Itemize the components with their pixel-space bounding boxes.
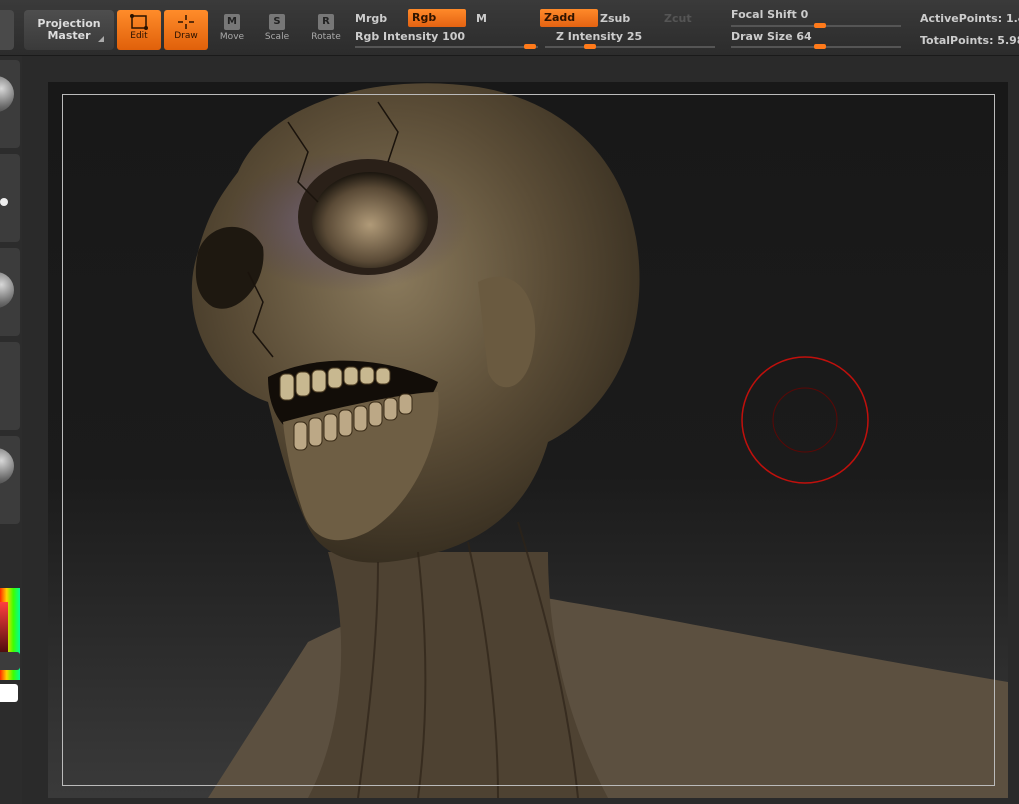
active-points-readout: ActivePoints: 1.4 <box>920 12 1019 25</box>
draw-icon <box>178 15 194 29</box>
scale-button[interactable]: S Scale <box>257 14 297 48</box>
brush-thumbnail-icon <box>0 76 14 112</box>
rgb-intensity-value: 100 <box>442 30 466 43</box>
edit-icon <box>130 14 148 30</box>
rgb-intensity-slider[interactable] <box>355 46 538 48</box>
z-intensity-label: Z Intensity 25 <box>556 30 642 43</box>
toolbar-stub[interactable] <box>0 10 14 50</box>
brush-slot[interactable] <box>0 60 20 148</box>
m-toggle[interactable]: M <box>476 12 487 25</box>
rgb-toggle[interactable]: Rgb <box>408 9 466 27</box>
dropdown-corner-icon <box>98 36 104 42</box>
move-icon: M <box>224 14 240 30</box>
stroke-slot[interactable] <box>0 154 20 242</box>
mrgb-toggle[interactable]: Mrgb <box>355 12 387 25</box>
scale-label: Scale <box>264 32 290 42</box>
document-canvas[interactable] <box>48 82 1008 798</box>
alpha-slot[interactable] <box>0 248 20 336</box>
zsub-toggle[interactable]: Zsub <box>600 12 630 25</box>
z-intensity-slider[interactable] <box>545 46 715 48</box>
draw-size-text: Draw Size <box>731 30 793 43</box>
move-label: Move <box>219 32 245 42</box>
sculpt-model-render <box>191 83 1008 798</box>
move-button[interactable]: M Move <box>212 14 252 48</box>
main-color-swatch[interactable] <box>0 684 18 702</box>
material-slot[interactable] <box>0 436 20 524</box>
focal-shift-knob[interactable] <box>814 23 826 28</box>
z-intensity-knob[interactable] <box>584 44 596 49</box>
projection-master-button[interactable]: Projection Master <box>24 10 114 50</box>
draw-size-value: 64 <box>796 30 812 43</box>
brush-cursor-icon <box>741 356 869 484</box>
draw-label: Draw <box>174 31 198 41</box>
top-toolbar: Projection Master Edit Draw M Move S Sca… <box>0 0 1019 56</box>
secondary-color-swatch[interactable] <box>0 652 20 670</box>
total-points-readout: TotalPoints: 5.98 <box>920 34 1019 47</box>
z-intensity-value: 25 <box>626 30 643 43</box>
texture-slot[interactable] <box>0 342 20 430</box>
edit-label: Edit <box>130 31 148 41</box>
focal-shift-value: 0 <box>800 8 809 21</box>
edit-button[interactable]: Edit <box>117 10 161 50</box>
rotate-icon: R <box>318 14 334 30</box>
focal-shift-text: Focal Shift <box>731 8 797 21</box>
draw-button[interactable]: Draw <box>164 10 208 50</box>
rotate-button[interactable]: R Rotate <box>306 14 346 48</box>
focal-shift-label: Focal Shift 0 <box>731 8 808 21</box>
left-shelf <box>0 56 22 804</box>
rgb-intensity-label: Rgb Intensity 100 <box>355 30 465 43</box>
material-thumbnail-icon <box>0 448 14 484</box>
rgb-intensity-text: Rgb Intensity <box>355 30 439 43</box>
alpha-thumbnail-icon <box>0 272 14 308</box>
draw-size-label: Draw Size 64 <box>731 30 812 43</box>
rgb-intensity-knob[interactable] <box>524 44 536 49</box>
z-intensity-text: Z Intensity <box>556 30 624 43</box>
draw-size-knob[interactable] <box>814 44 826 49</box>
projection-master-label: Projection Master <box>37 17 101 42</box>
zcut-toggle[interactable]: Zcut <box>664 12 692 25</box>
scale-icon: S <box>269 14 285 30</box>
stroke-dot-icon <box>0 198 8 206</box>
rotate-label: Rotate <box>311 32 341 42</box>
zadd-toggle[interactable]: Zadd <box>540 9 598 27</box>
